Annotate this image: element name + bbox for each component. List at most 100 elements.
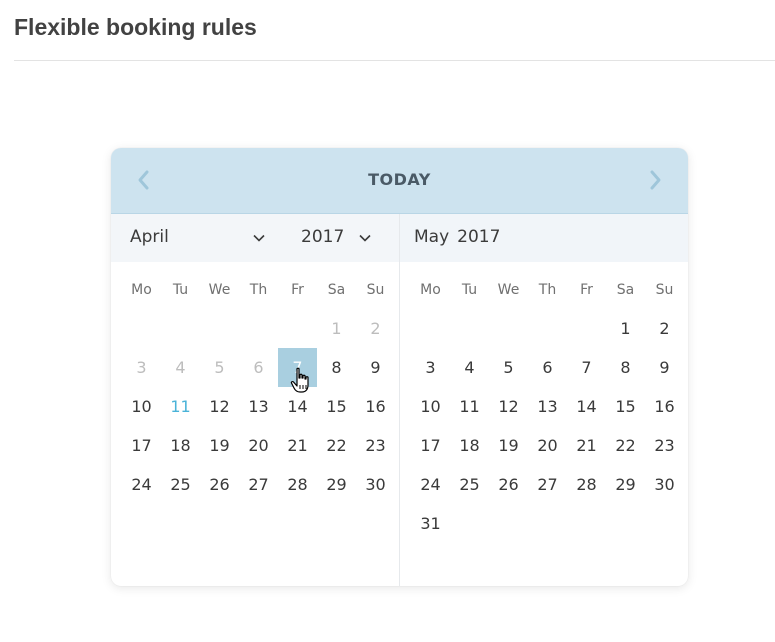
day-cell[interactable]: 26 (489, 465, 528, 504)
weekday-label: Th (249, 281, 268, 298)
day-cell[interactable]: 8 (317, 348, 356, 387)
empty-day-cell (567, 309, 606, 348)
weekday-label: Sa (616, 281, 635, 298)
week-row: 24 25 26 27 28 29 30 (411, 465, 684, 504)
day-cell[interactable]: 23 (645, 426, 684, 465)
week-row: 3456789 (411, 348, 684, 387)
day-cell[interactable]: 24 (122, 465, 161, 504)
title-divider (14, 60, 775, 61)
day-cell[interactable]: 24 (411, 465, 450, 504)
chevron-down-icon (353, 227, 371, 247)
day-cell[interactable]: 12 (200, 387, 239, 426)
weekday-header-row: Mo Tu We Th Fr Sa Su (122, 270, 395, 309)
empty-day-cell (450, 504, 489, 543)
day-cell[interactable]: 13 (239, 387, 278, 426)
picker-header: TODAY (111, 148, 688, 214)
day-cell[interactable]: 30 (356, 465, 395, 504)
weekday-label: Tu (461, 281, 478, 298)
weekday-label: Th (538, 281, 557, 298)
page-title: Flexible booking rules (14, 14, 257, 40)
week-row: 10 11 12 13 14 15 16 (122, 387, 395, 426)
weekday-header-row: Mo Tu We Th Fr Sa Su (411, 270, 684, 309)
empty-day-cell (411, 309, 450, 348)
day-cell[interactable]: 2 (645, 309, 684, 348)
day-cell[interactable]: 20 (528, 426, 567, 465)
day-cell[interactable]: 10 (411, 387, 450, 426)
day-cell[interactable]: 18 (450, 426, 489, 465)
empty-day-cell (122, 309, 161, 348)
today-button[interactable]: TODAY (111, 170, 688, 189)
empty-day-cell (567, 504, 606, 543)
day-cell[interactable]: 16 (356, 387, 395, 426)
weekday-label: Mo (131, 281, 152, 298)
weekday-label: Tu (172, 281, 189, 298)
day-cell[interactable]: 3 (411, 348, 450, 387)
weekday-label: Fr (580, 281, 593, 298)
day-cell[interactable]: 18 (161, 426, 200, 465)
weekday-label: We (208, 281, 231, 298)
day-cell[interactable]: 22 (317, 426, 356, 465)
day-cell: 1 (331, 319, 342, 338)
empty-day-cell (239, 309, 278, 348)
chevron-right-icon[interactable] (645, 168, 665, 192)
day-cell[interactable]: 16 (645, 387, 684, 426)
day-cell[interactable]: 17 (122, 426, 161, 465)
day-cell[interactable]: 10 (122, 387, 161, 426)
month-name: May (414, 227, 450, 247)
day-cell[interactable]: 28 (567, 465, 606, 504)
day-cell[interactable]: 8 (606, 348, 645, 387)
day-cell[interactable]: 6 (528, 348, 567, 387)
day-cell[interactable]: 9 (645, 348, 684, 387)
month-title: May 2017 (414, 227, 508, 247)
day-cell[interactable]: 20 (239, 426, 278, 465)
day-cell[interactable]: 11 (450, 387, 489, 426)
day-cell-today[interactable]: 11 (161, 387, 200, 426)
day-cell[interactable]: 23 (356, 426, 395, 465)
day-cell[interactable]: 1 (606, 309, 645, 348)
day-cell[interactable]: 28 (278, 465, 317, 504)
day-cell[interactable]: 17 (411, 426, 450, 465)
empty-day-cell (450, 309, 489, 348)
day-cell[interactable]: 14 (567, 387, 606, 426)
year-select[interactable]: 2017 (301, 227, 371, 247)
day-cell[interactable]: 12 (489, 387, 528, 426)
day-cell[interactable]: 29 (606, 465, 645, 504)
week-row: 10 11 12 13 14 15 16 (411, 387, 684, 426)
empty-day-cell (489, 504, 528, 543)
day-cell[interactable]: 27 (239, 465, 278, 504)
month-year: 2017 (457, 227, 501, 247)
weekday-label: Mo (420, 281, 441, 298)
day-cell[interactable]: 21 (567, 426, 606, 465)
month-title-bar: May 2017 (400, 214, 688, 262)
month-pane-may: May 2017 Mo Tu We Th Fr Sa Su 1 2 3 4 5 6 7 8 9 10 11 12 13… (400, 214, 688, 586)
day-cell[interactable]: 25 (161, 465, 200, 504)
day-cell[interactable]: 21 (278, 426, 317, 465)
week-row: 17 18 19 20 21 22 23 (411, 426, 684, 465)
empty-day-cell (528, 309, 567, 348)
day-cell-selected[interactable]: 7 (278, 348, 317, 387)
week-row: 24 25 26 27 28 29 30 (122, 465, 395, 504)
day-cell: 5 (214, 358, 225, 377)
month-select[interactable]: April (130, 227, 265, 247)
day-cell[interactable]: 15 (606, 387, 645, 426)
weekday-label: We (497, 281, 520, 298)
day-cell[interactable]: 15 (317, 387, 356, 426)
day-cell[interactable]: 30 (645, 465, 684, 504)
week-row: 12 (122, 309, 395, 348)
day-cell[interactable]: 5 (489, 348, 528, 387)
empty-day-cell (606, 504, 645, 543)
day-cell[interactable]: 26 (200, 465, 239, 504)
day-cell[interactable]: 4 (450, 348, 489, 387)
day-cell[interactable]: 13 (528, 387, 567, 426)
day-cell[interactable]: 25 (450, 465, 489, 504)
day-cell[interactable]: 7 (567, 348, 606, 387)
day-cell[interactable]: 29 (317, 465, 356, 504)
day-cell[interactable]: 22 (606, 426, 645, 465)
day-cell[interactable]: 14 (278, 387, 317, 426)
day-cell[interactable]: 31 (411, 504, 450, 543)
day-cell[interactable]: 19 (200, 426, 239, 465)
day-cell: 6 (253, 358, 264, 377)
day-cell[interactable]: 27 (528, 465, 567, 504)
day-cell[interactable]: 19 (489, 426, 528, 465)
day-cell[interactable]: 9 (356, 348, 395, 387)
